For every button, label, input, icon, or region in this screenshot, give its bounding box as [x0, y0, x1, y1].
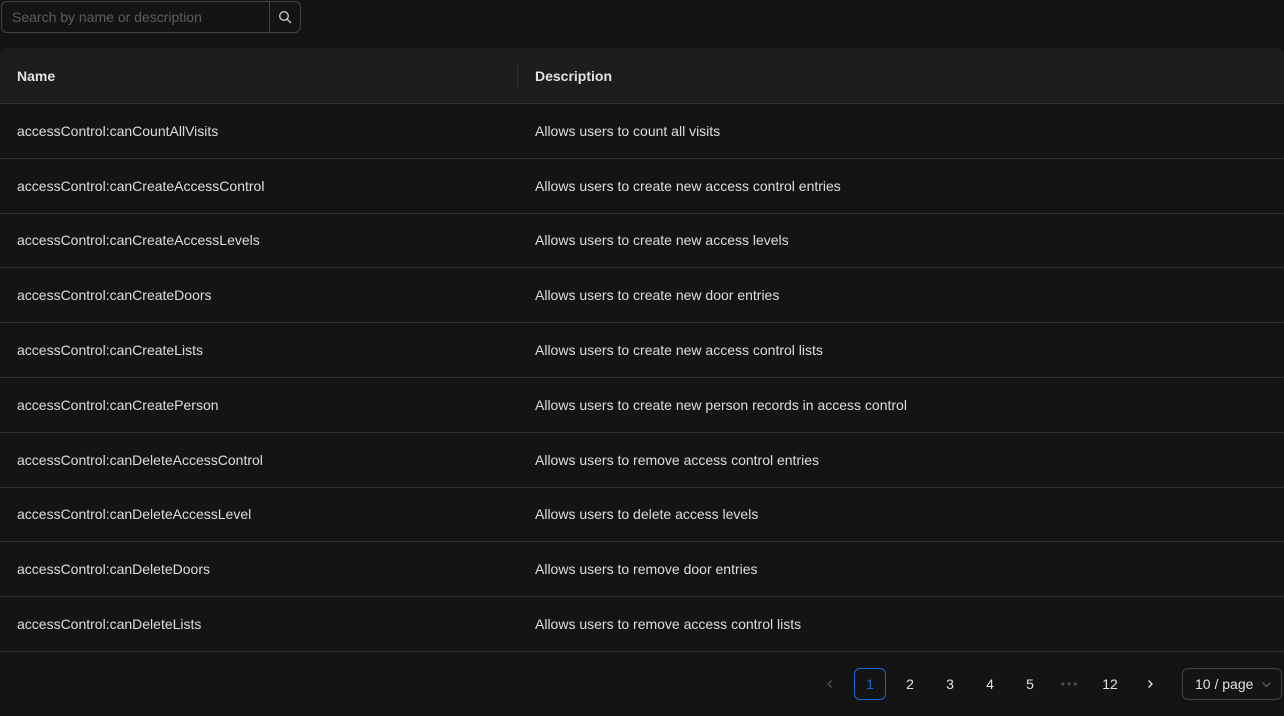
chevron-right-icon: [1148, 680, 1153, 688]
table-row[interactable]: accessControl:canCreateAccessLevels Allow…: [0, 214, 1284, 269]
cell-permission-description: Allows users to remove access control en…: [535, 451, 819, 468]
search-icon: [278, 10, 292, 24]
table-row[interactable]: accessControl:canCreateDoors Allows users…: [0, 268, 1284, 324]
table-row[interactable]: accessControl:canCreateLists Allows users…: [0, 323, 1284, 378]
column-header-description[interactable]: Description: [518, 48, 1284, 103]
search-group: [1, 1, 301, 33]
table-row[interactable]: accessControl:canDeleteAccessLevel Allows…: [0, 488, 1284, 543]
cell-permission-description: Allows users to count all visits: [535, 122, 721, 139]
cell-permission-description: Allows users to delete access levels: [535, 506, 759, 523]
cell-permission-name: accessControl:canDeleteAccessLevel: [17, 506, 252, 523]
cell-permission-description: Allows users to remove access control li…: [535, 616, 802, 633]
page-1-button[interactable]: 1: [854, 668, 886, 700]
table-row[interactable]: accessControl:canDeleteDoors Allows users…: [0, 542, 1284, 598]
cell-permission-description: Allows users to create new person record…: [535, 396, 907, 413]
page-4-button[interactable]: 4: [974, 668, 1006, 700]
search-button[interactable]: [269, 1, 301, 33]
page-size-select[interactable]: 10 / page: [1182, 668, 1282, 700]
prev-page-button[interactable]: [814, 668, 846, 700]
cell-permission-name: accessControl:canCreateAccessLevels: [17, 232, 260, 249]
cell-permission-description: Allows users to remove door entries: [535, 561, 758, 578]
chevron-left-icon: [827, 680, 832, 688]
table-row[interactable]: accessControl:canDeleteLists Allows users…: [0, 597, 1284, 652]
page-2-button[interactable]: 2: [894, 668, 926, 700]
page-3-button[interactable]: 3: [934, 668, 966, 700]
cell-permission-description: Allows users to create new access levels: [535, 232, 789, 249]
page-5-button[interactable]: 5: [1014, 668, 1046, 700]
column-header-name[interactable]: Name: [0, 48, 518, 103]
page-12-button[interactable]: 12: [1094, 668, 1126, 700]
pagination: 1 2 3 4 5 ••• 12: [814, 668, 1174, 700]
table-header: Name Description: [0, 48, 1284, 104]
table-row[interactable]: accessControl:canCreateAccessControl Allo…: [0, 159, 1284, 214]
table-row[interactable]: accessControl:canCreatePerson Allows user…: [0, 378, 1284, 433]
table-body: accessControl:canCountAllVisits Allows us…: [0, 104, 1284, 652]
table-row[interactable]: accessControl:canCountAllVisits Allows us…: [0, 104, 1284, 159]
cell-permission-name: accessControl:canCreatePerson: [17, 396, 219, 413]
cell-permission-name: accessControl:canDeleteLists: [17, 616, 202, 633]
cell-permission-name: accessControl:canCountAllVisits: [17, 122, 219, 139]
cell-permission-description: Allows users to create new access contro…: [535, 177, 841, 194]
chevron-down-icon: [1262, 682, 1271, 688]
cell-permission-name: accessControl:canCreateDoors: [17, 287, 212, 304]
cell-permission-name: accessControl:canCreateLists: [17, 342, 203, 359]
cell-permission-description: Allows users to create new access contro…: [535, 342, 823, 359]
jump-next-ellipsis[interactable]: •••: [1054, 668, 1086, 700]
cell-permission-name: accessControl:canDeleteAccessControl: [17, 451, 263, 468]
cell-permission-description: Allows users to create new door entries: [535, 287, 780, 304]
permissions-table: Name Description accessControl:canCountA…: [0, 48, 1284, 652]
page-size-value: 10 / page: [1195, 676, 1254, 692]
cell-permission-name: accessControl:canCreateAccessControl: [17, 177, 265, 194]
cell-permission-name: accessControl:canDeleteDoors: [17, 561, 210, 578]
table-row[interactable]: accessControl:canDeleteAccessControl Allo…: [0, 433, 1284, 488]
search-input[interactable]: [1, 1, 269, 33]
next-page-button[interactable]: [1134, 668, 1166, 700]
